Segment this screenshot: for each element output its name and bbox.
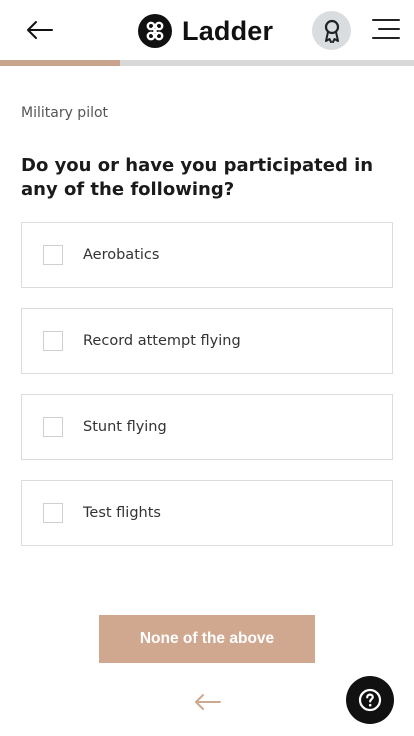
progress-fill [0, 60, 121, 66]
ladder-logo-icon [138, 14, 172, 48]
progress-bar [0, 60, 414, 66]
checkbox[interactable] [43, 417, 63, 437]
option-test-flights[interactable]: Test flights [21, 480, 393, 546]
option-record-attempt-flying[interactable]: Record attempt flying [21, 308, 393, 374]
award-ribbon-icon [324, 19, 339, 43]
menu-line [372, 19, 400, 21]
menu-line [372, 37, 400, 39]
question-mark-icon [358, 688, 382, 712]
checkbox[interactable] [43, 503, 63, 523]
option-label: Record attempt flying [83, 333, 241, 349]
arrow-left-icon [27, 21, 53, 39]
checkbox[interactable] [43, 331, 63, 351]
category-label: Military pilot [21, 105, 109, 121]
brand[interactable]: Ladder [138, 12, 273, 50]
option-label: Test flights [83, 505, 161, 521]
brand-name: Ladder [182, 15, 274, 46]
page: Ladder Military pilot Do you or have you… [0, 0, 414, 736]
checkbox[interactable] [43, 245, 63, 265]
help-button[interactable] [346, 676, 394, 724]
options-list: Aerobatics Record attempt flying Stunt f… [21, 222, 393, 566]
question-heading: Do you or have you participated in any o… [21, 155, 374, 200]
previous-question-button[interactable] [190, 688, 224, 716]
award-button[interactable] [312, 11, 351, 50]
none-of-the-above-button[interactable]: None of the above [99, 615, 315, 663]
option-aerobatics[interactable]: Aerobatics [21, 222, 393, 288]
option-label: Stunt flying [83, 419, 167, 435]
option-stunt-flying[interactable]: Stunt flying [21, 394, 393, 460]
back-button[interactable] [22, 16, 56, 44]
option-label: Aerobatics [83, 247, 160, 263]
menu-line [378, 28, 400, 30]
header: Ladder [0, 0, 414, 60]
hamburger-menu-icon[interactable] [368, 17, 400, 41]
arrow-left-icon [195, 694, 221, 710]
